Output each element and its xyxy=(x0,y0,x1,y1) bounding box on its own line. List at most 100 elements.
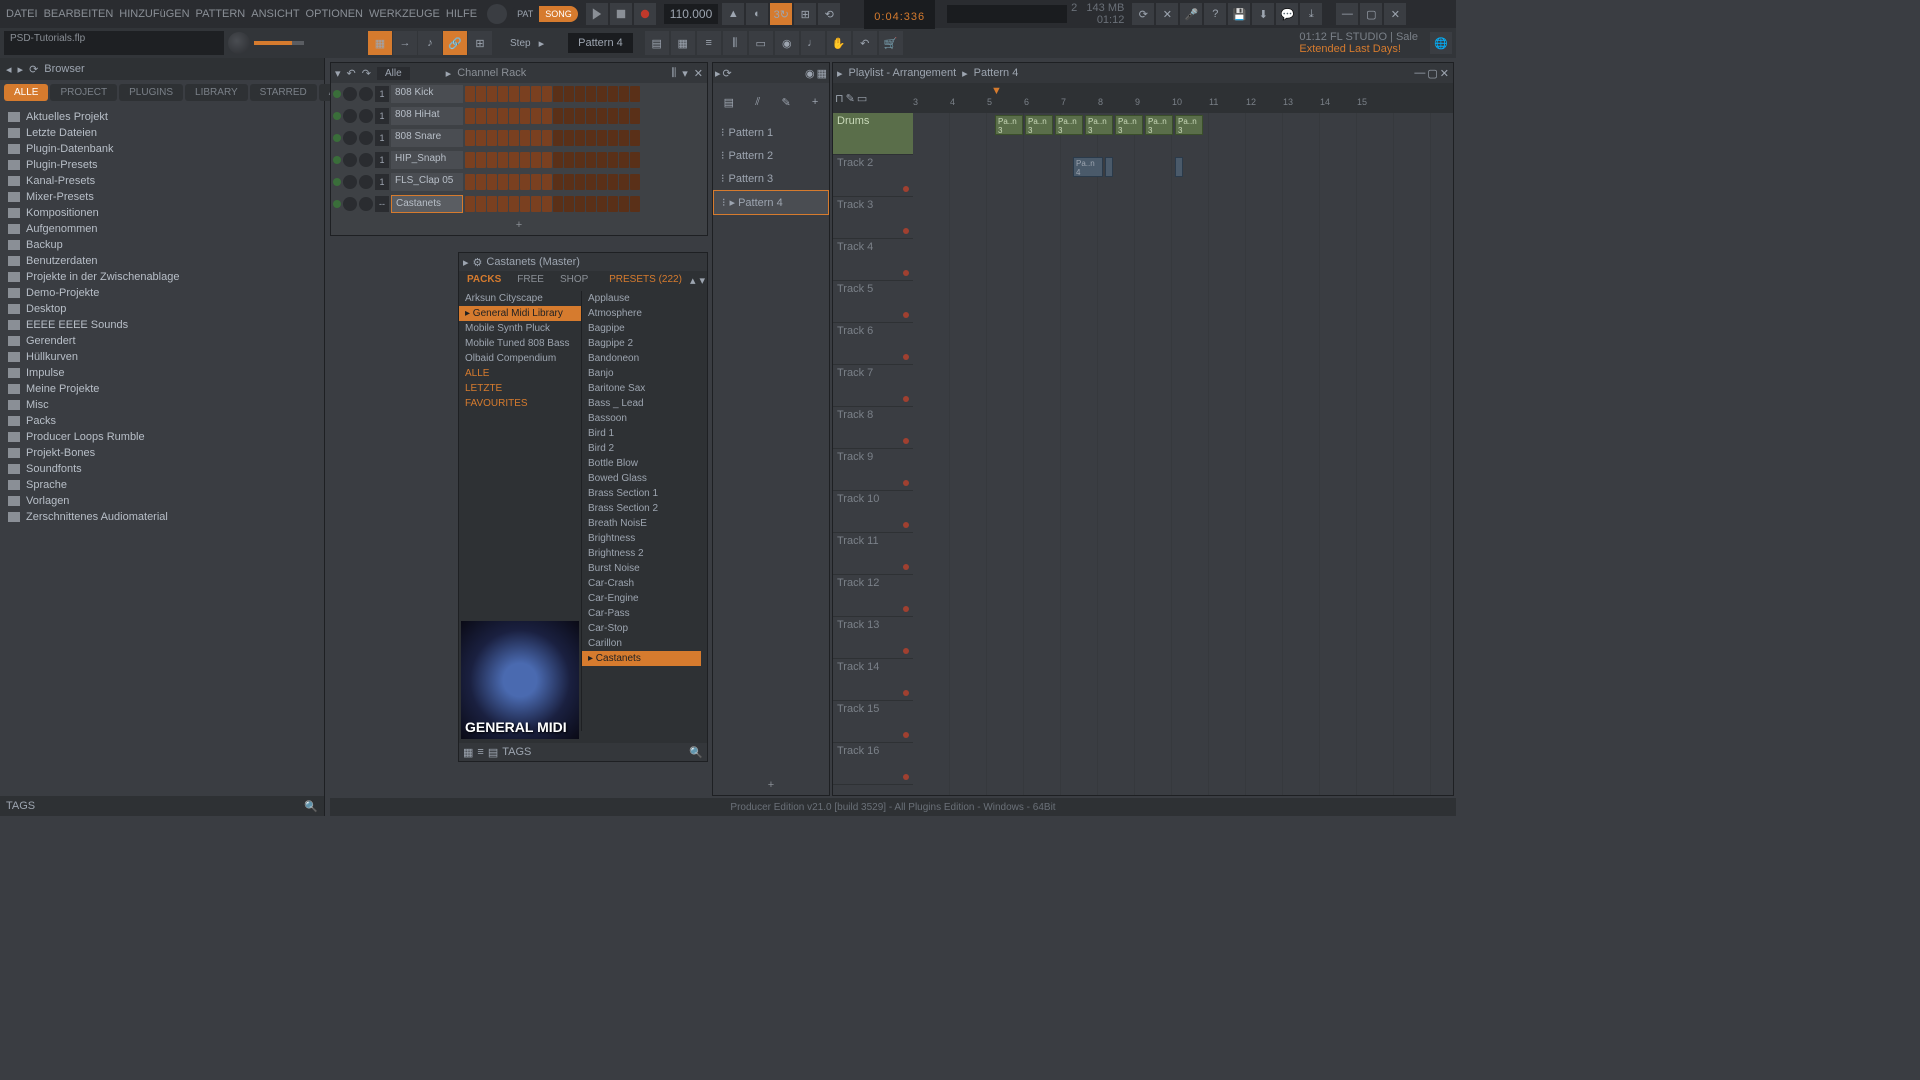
channel-name-button[interactable]: HIP_Snaph xyxy=(391,151,463,169)
track-mute-dot[interactable] xyxy=(903,396,909,402)
browser-tab-alle[interactable]: ALLE xyxy=(4,84,48,101)
preset-item[interactable]: Bassoon xyxy=(582,411,701,426)
pl-loop-icon[interactable]: ⟳ xyxy=(723,67,732,80)
view-plugin[interactable]: ◉ xyxy=(775,31,799,55)
tab-packs[interactable]: PACKS xyxy=(459,271,509,291)
track-header[interactable]: Track 11 xyxy=(833,533,913,575)
menu-file[interactable]: DATEI xyxy=(4,6,40,22)
channel-vol-knob[interactable] xyxy=(359,87,373,101)
presets-count[interactable]: PRESETS (222) xyxy=(603,271,688,291)
pl-play-icon[interactable]: ▸ xyxy=(715,67,721,80)
tree-item[interactable]: Benutzerdaten xyxy=(0,253,324,269)
preset-item[interactable]: Car-Engine xyxy=(582,591,701,606)
pack-item[interactable]: Olbaid Compendium xyxy=(459,351,581,366)
play-button[interactable] xyxy=(586,3,608,25)
channel-led[interactable] xyxy=(333,156,341,164)
mixer-shortcut[interactable]: 🔗 xyxy=(443,31,467,55)
track-header[interactable]: Track 16 xyxy=(833,743,913,785)
step-cell[interactable] xyxy=(630,86,640,102)
preset-item[interactable]: Baritone Sax xyxy=(582,381,701,396)
preset-item[interactable]: Carillon xyxy=(582,636,701,651)
browser-tab-project[interactable]: PROJECT xyxy=(50,84,117,101)
step-cell[interactable] xyxy=(586,174,596,190)
step-cell[interactable] xyxy=(520,196,530,212)
main-volume-slider[interactable] xyxy=(254,41,304,45)
step-cell[interactable] xyxy=(520,174,530,190)
track-mute-dot[interactable] xyxy=(903,228,909,234)
tree-item[interactable]: Projekte in der Zwischenablage xyxy=(0,269,324,285)
channel-route[interactable]: 1 xyxy=(375,130,389,146)
step-cell[interactable] xyxy=(487,196,497,212)
step-cell[interactable] xyxy=(597,196,607,212)
track-header[interactable]: Track 13 xyxy=(833,617,913,659)
step-cell[interactable] xyxy=(553,86,563,102)
news-panel[interactable]: 01:12 FL STUDIO | Sale Extended Last Day… xyxy=(1299,31,1418,55)
browser-shortcut[interactable]: ⊞ xyxy=(468,31,492,55)
cr-close-icon[interactable]: ✕ xyxy=(694,67,703,80)
step-cell[interactable] xyxy=(520,86,530,102)
step-cell[interactable] xyxy=(520,152,530,168)
pl-add-top-icon[interactable]: + xyxy=(812,96,818,108)
pattern-item[interactable]: ⁝▸ Pattern 4 xyxy=(713,190,829,215)
view-undo[interactable]: ↶ xyxy=(853,31,877,55)
channel-pan-knob[interactable] xyxy=(343,87,357,101)
track-header[interactable]: Track 9 xyxy=(833,449,913,491)
browser-tab-plugins[interactable]: PLUGINS xyxy=(119,84,183,101)
view-mixer[interactable]: ⫼ xyxy=(723,31,747,55)
channel-filter[interactable]: Alle xyxy=(377,67,410,80)
options-icon[interactable]: ▸ xyxy=(18,63,24,76)
step-cell[interactable] xyxy=(476,86,486,102)
step-cell[interactable] xyxy=(542,86,552,102)
clip[interactable]: Pa..n 3 xyxy=(1115,115,1143,135)
track-mute-dot[interactable] xyxy=(903,564,909,570)
preset-item[interactable]: Bowed Glass xyxy=(582,471,701,486)
step-cell[interactable] xyxy=(476,174,486,190)
track-header[interactable]: Track 10 xyxy=(833,491,913,533)
preset-item[interactable]: Car-Crash xyxy=(582,576,701,591)
pl-opt2-icon[interactable]: ▦ xyxy=(817,67,827,80)
cr-menu-icon[interactable]: ▾ xyxy=(335,67,341,80)
channel-pan-knob[interactable] xyxy=(343,109,357,123)
browser-tab-starred[interactable]: STARRED xyxy=(250,84,317,101)
pattern-item[interactable]: ⁝Pattern 3 xyxy=(713,167,829,190)
step-cell[interactable] xyxy=(498,130,508,146)
track-header[interactable]: Track 15 xyxy=(833,701,913,743)
step-cell[interactable] xyxy=(630,108,640,124)
track-mute-dot[interactable] xyxy=(903,186,909,192)
step-cell[interactable] xyxy=(531,196,541,212)
piano-roll-shortcut[interactable]: → xyxy=(393,31,417,55)
preset-up-icon[interactable]: ▴ xyxy=(688,271,698,291)
tree-item[interactable]: Kompositionen xyxy=(0,205,324,221)
pl-opt1-icon[interactable]: ◉ xyxy=(805,67,815,80)
view-pianoroll[interactable]: ▦ xyxy=(671,31,695,55)
preset-menu-icon[interactable]: ▸ xyxy=(463,256,469,269)
step-cell[interactable] xyxy=(498,174,508,190)
step-cell[interactable] xyxy=(564,152,574,168)
step-cell[interactable] xyxy=(498,196,508,212)
metronome-icon[interactable]: ▲ xyxy=(722,3,744,25)
step-cell[interactable] xyxy=(542,174,552,190)
step-cell[interactable] xyxy=(553,174,563,190)
view-channelrack[interactable]: ≡ xyxy=(697,31,721,55)
pattern-add-button[interactable]: + xyxy=(713,779,829,791)
channel-led[interactable] xyxy=(333,134,341,142)
preset-item[interactable]: Car-Pass xyxy=(582,606,701,621)
channel-led[interactable] xyxy=(333,200,341,208)
magnet-icon[interactable]: ⊓ xyxy=(835,92,844,105)
step-cell[interactable] xyxy=(608,108,618,124)
render-icon[interactable]: ⬇ xyxy=(1252,3,1274,25)
step-cell[interactable] xyxy=(619,108,629,124)
step-cell[interactable] xyxy=(597,174,607,190)
plst-menu-icon[interactable]: ▸ xyxy=(837,67,843,80)
footer-tags[interactable]: TAGS xyxy=(502,746,531,758)
step-cell[interactable] xyxy=(465,196,475,212)
clip[interactable]: Pa..n 3 xyxy=(1145,115,1173,135)
step-cell[interactable] xyxy=(542,152,552,168)
tempo-display[interactable]: 110.000 xyxy=(664,4,719,24)
pack-item[interactable]: Arksun Cityscape xyxy=(459,291,581,306)
tree-item[interactable]: Producer Loops Rumble xyxy=(0,429,324,445)
tree-item[interactable]: Soundfonts xyxy=(0,461,324,477)
tree-item[interactable]: Projekt-Bones xyxy=(0,445,324,461)
step-cell[interactable] xyxy=(487,152,497,168)
step-cell[interactable] xyxy=(630,130,640,146)
